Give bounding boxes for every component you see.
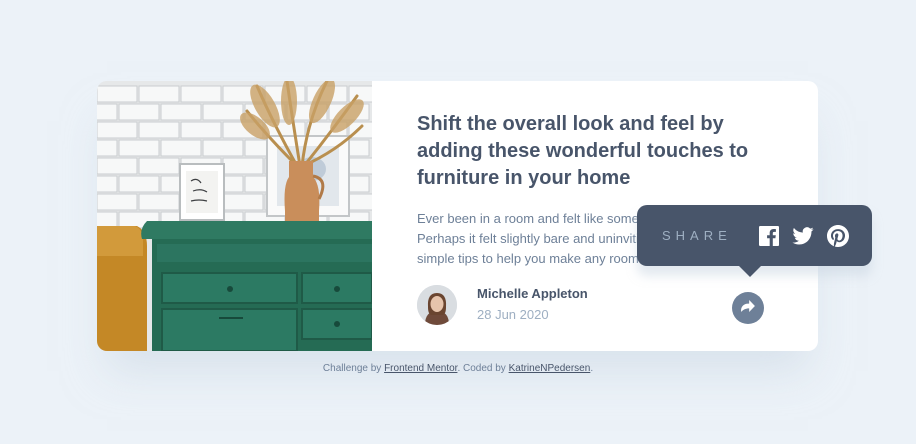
pinterest-icon[interactable] (826, 224, 849, 247)
frontend-mentor-link[interactable]: Frontend Mentor (384, 363, 457, 374)
drawers-image (97, 81, 372, 351)
publish-date: 28 Jun 2020 (477, 307, 549, 322)
facebook-icon[interactable] (758, 225, 779, 246)
share-arrow-icon (741, 299, 755, 317)
share-popup: SHARE (637, 205, 872, 277)
author-name: Michelle Appleton (477, 286, 588, 301)
attribution-middle: . Coded by (457, 363, 509, 374)
author-text: Michelle Appleton 28 Jun 2020 (477, 285, 588, 325)
author-block: Michelle Appleton 28 Jun 2020 (417, 285, 588, 325)
author-link[interactable]: KatrineNPedersen (509, 363, 591, 374)
share-label: SHARE (662, 228, 732, 243)
attribution-prefix: Challenge by (322, 363, 385, 374)
attribution-suffix: . (590, 363, 594, 374)
article-title: Shift the overall look and feel by addin… (417, 113, 749, 189)
twitter-icon[interactable] (792, 226, 814, 245)
avatar (417, 285, 457, 325)
attribution: Challenge by Frontend Mentor. Coded by K… (0, 363, 916, 374)
share-button[interactable] (732, 292, 764, 324)
